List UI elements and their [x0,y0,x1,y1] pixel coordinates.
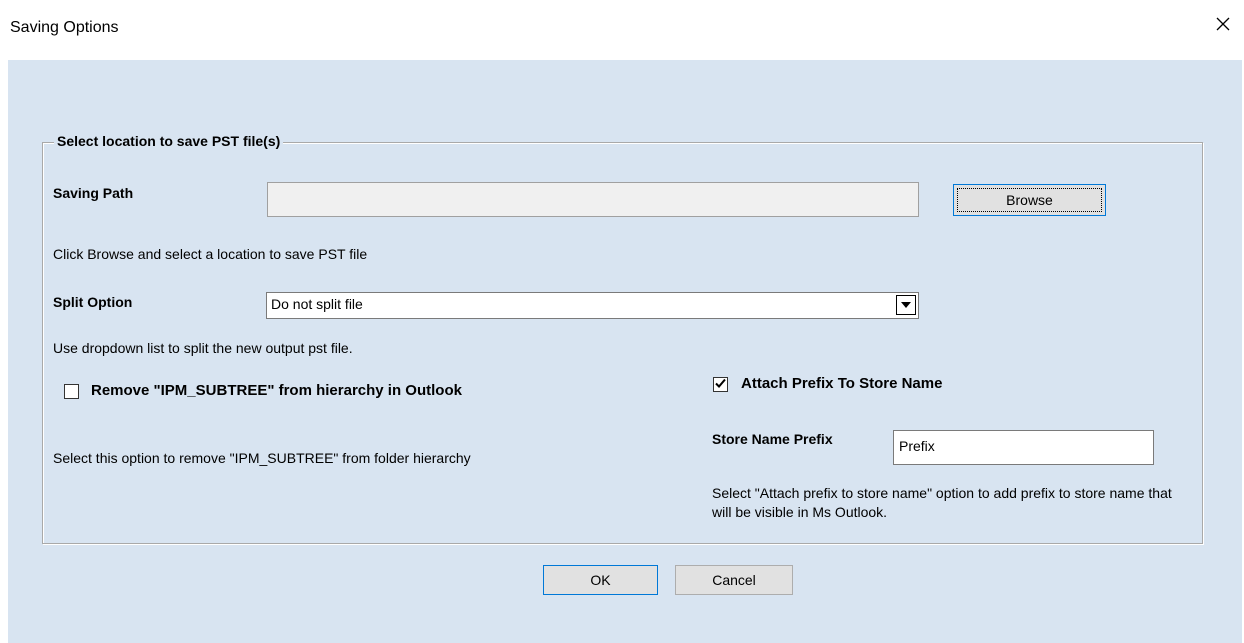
saving-path-field[interactable] [267,182,919,217]
group-legend: Select location to save PST file(s) [54,133,284,149]
remove-ipm-hint: Select this option to remove "IPM_SUBTRE… [53,450,471,466]
close-icon [1215,16,1231,36]
split-option-value: Do not split file [271,296,363,312]
browse-button[interactable]: Browse [953,184,1106,216]
cancel-button[interactable]: Cancel [675,565,793,595]
split-option-label: Split Option [53,294,133,310]
chevron-down-icon[interactable] [896,295,916,315]
attach-prefix-checkbox[interactable] [713,377,728,392]
saving-path-label: Saving Path [53,185,134,201]
store-name-prefix-label: Store Name Prefix [712,431,833,447]
ok-button-label: OK [590,572,611,588]
ok-button[interactable]: OK [543,565,658,595]
store-name-prefix-field[interactable]: Prefix [893,430,1154,465]
attach-prefix-label[interactable]: Attach Prefix To Store Name [741,375,942,392]
remove-ipm-label[interactable]: Remove "IPM_SUBTREE" from hierarchy in O… [91,382,462,399]
cancel-button-label: Cancel [712,572,756,588]
attach-prefix-hint: Select "Attach prefix to store name" opt… [712,485,1172,520]
close-button[interactable] [1202,8,1244,44]
checkmark-icon [715,376,726,393]
split-option-hint: Use dropdown list to split the new outpu… [53,340,353,356]
window-title: Saving Options [10,19,119,36]
remove-ipm-checkbox[interactable] [64,384,79,399]
saving-path-hint: Click Browse and select a location to sa… [53,246,368,262]
title-bar: Saving Options [0,0,1244,60]
browse-button-label: Browse [1006,192,1053,208]
split-option-dropdown[interactable]: Do not split file [266,292,919,319]
